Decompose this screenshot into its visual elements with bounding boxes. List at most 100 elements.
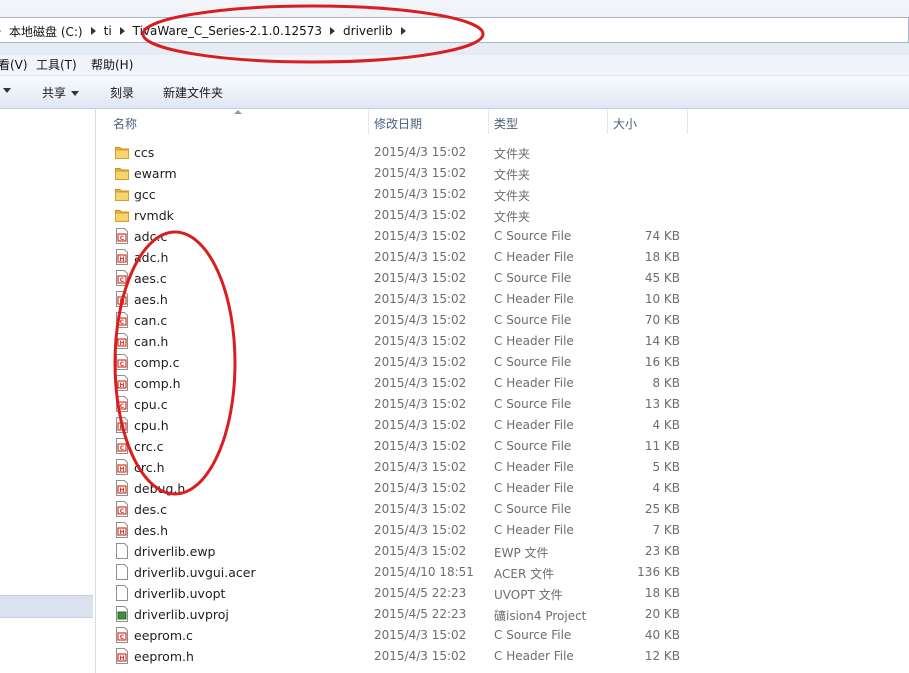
- column-divider[interactable]: [607, 109, 608, 134]
- file-row[interactable]: Heeprom.h 2015/4/3 15:02 C Header File 12 K…: [106, 646, 909, 667]
- new-folder-button[interactable]: 新建文件夹: [163, 84, 223, 101]
- file-type: 礦ision4 Project: [494, 609, 587, 623]
- file-name: adc.h: [134, 250, 169, 265]
- file-row[interactable]: Ccpu.c 2015/4/3 15:02 C Source File 13 KB: [106, 394, 909, 415]
- file-name: gcc: [134, 187, 156, 202]
- file-size: 45 KB: [644, 271, 680, 285]
- file-row[interactable]: ccs 2015/4/3 15:02 文件夹: [106, 142, 909, 163]
- file-size: 13 KB: [644, 397, 680, 411]
- file-row[interactable]: Caes.c 2015/4/3 15:02 C Source File 45 KB: [106, 268, 909, 289]
- file-row[interactable]: Hadc.h 2015/4/3 15:02 C Header File 18 KB: [106, 247, 909, 268]
- file-row[interactable]: Ccrc.c 2015/4/3 15:02 C Source File 11 KB: [106, 436, 909, 457]
- svg-text:C: C: [120, 445, 125, 452]
- svg-text:C: C: [120, 235, 125, 242]
- file-type: C Source File: [494, 355, 572, 369]
- menu-tools[interactable]: 工具(T): [36, 56, 77, 73]
- chevron-down-icon: [3, 88, 11, 93]
- file-type: UVOPT 文件: [494, 588, 563, 602]
- file-row[interactable]: Cadc.c 2015/4/3 15:02 C Source File 74 KB: [106, 226, 909, 247]
- file-date: 2015/4/3 15:02: [374, 208, 467, 222]
- file-row[interactable]: Hcan.h 2015/4/3 15:02 C Header File 14 KB: [106, 331, 909, 352]
- file-row[interactable]: Hdes.h 2015/4/3 15:02 C Header File 7 KB: [106, 520, 909, 541]
- chevron-right-icon[interactable]: [330, 27, 336, 35]
- breadcrumb-item-driverlib[interactable]: driverlib: [343, 24, 393, 38]
- file-row[interactable]: driverlib.uvproj 2015/4/5 22:23 礦ision4 Pr…: [106, 604, 909, 625]
- file-name: eeprom.c: [134, 628, 193, 643]
- file-row[interactable]: driverlib.uvgui.acer 2015/4/10 18:51 ACER …: [106, 562, 909, 583]
- sort-ascending-icon: [234, 110, 242, 114]
- file-date: 2015/4/3 15:02: [374, 481, 467, 495]
- file-size: 18 KB: [644, 586, 680, 600]
- file-name: driverlib.uvopt: [134, 586, 226, 601]
- file-row[interactable]: ewarm 2015/4/3 15:02 文件夹: [106, 163, 909, 184]
- file-name: driverlib.ewp: [134, 544, 216, 559]
- file-row[interactable]: Hcpu.h 2015/4/3 15:02 C Header File 4 KB: [106, 415, 909, 436]
- svg-text:C: C: [120, 403, 125, 410]
- file-date: 2015/4/3 15:02: [374, 292, 467, 306]
- file-name: can.h: [134, 334, 169, 349]
- file-name: des.c: [134, 502, 167, 517]
- share-button[interactable]: 共享: [42, 84, 80, 101]
- menu-help[interactable]: 帮助(H): [91, 56, 133, 73]
- chevron-right-icon[interactable]: [90, 27, 96, 35]
- file-size: 40 KB: [644, 628, 680, 642]
- file-name: eeprom.h: [134, 649, 194, 664]
- file-size: 5 KB: [652, 460, 680, 474]
- file-type: C Source File: [494, 502, 572, 516]
- column-divider[interactable]: [687, 109, 688, 134]
- file-row[interactable]: Hcomp.h 2015/4/3 15:02 C Header File 8 KB: [106, 373, 909, 394]
- file-row[interactable]: Ceeprom.c 2015/4/3 15:02 C Source File 40 K…: [106, 625, 909, 646]
- column-header-name[interactable]: 名称: [113, 115, 137, 132]
- file-date: 2015/4/3 15:02: [374, 376, 467, 390]
- file-row[interactable]: Ccomp.c 2015/4/3 15:02 C Source File 16 KB: [106, 352, 909, 373]
- file-name: aes.h: [134, 292, 168, 307]
- file-type: 文件夹: [494, 210, 531, 224]
- file-row[interactable]: gcc 2015/4/3 15:02 文件夹: [106, 184, 909, 205]
- file-row[interactable]: Haes.h 2015/4/3 15:02 C Header File 10 KB: [106, 289, 909, 310]
- file-date: 2015/4/3 15:02: [374, 145, 467, 159]
- nav-selected-item[interactable]: [0, 595, 93, 618]
- column-header-type[interactable]: 类型: [494, 115, 518, 132]
- file-type: 文件夹: [494, 168, 531, 182]
- file-row[interactable]: Hdebug.h 2015/4/3 15:02 C Header File 4 KB: [106, 478, 909, 499]
- file-date: 2015/4/3 15:02: [374, 418, 467, 432]
- breadcrumb-item-drive[interactable]: 本地磁盘 (C:): [9, 23, 83, 40]
- file-date: 2015/4/5 22:23: [374, 607, 467, 621]
- svg-text:C: C: [120, 319, 125, 326]
- file-type: C Source File: [494, 313, 572, 327]
- file-type: C Header File: [494, 292, 574, 306]
- file-name: can.c: [134, 313, 168, 328]
- organize-dropdown-arrow[interactable]: [3, 83, 11, 97]
- file-size: 8 KB: [652, 376, 680, 390]
- file-size: 136 KB: [637, 565, 680, 579]
- svg-text:H: H: [119, 466, 124, 473]
- file-date: 2015/4/3 15:02: [374, 460, 467, 474]
- chevron-right-icon[interactable]: [119, 27, 125, 35]
- file-row[interactable]: Ccan.c 2015/4/3 15:02 C Source File 70 KB: [106, 310, 909, 331]
- file-date: 2015/4/3 15:02: [374, 334, 467, 348]
- column-divider[interactable]: [368, 109, 369, 134]
- breadcrumb-item-tivaware[interactable]: TivaWare_C_Series-2.1.0.12573: [133, 24, 322, 38]
- file-row[interactable]: Cdes.c 2015/4/3 15:02 C Source File 25 KB: [106, 499, 909, 520]
- file-type: C Header File: [494, 250, 574, 264]
- file-name: aes.c: [134, 271, 167, 286]
- breadcrumb-item-ti[interactable]: ti: [104, 24, 112, 38]
- file-size: 70 KB: [644, 313, 680, 327]
- file-row[interactable]: driverlib.uvopt 2015/4/5 22:23 UVOPT 文件 18 …: [106, 583, 909, 604]
- file-row[interactable]: rvmdk 2015/4/3 15:02 文件夹: [106, 205, 909, 226]
- svg-text:C: C: [120, 508, 125, 515]
- column-divider[interactable]: [488, 109, 489, 134]
- file-date: 2015/4/3 15:02: [374, 502, 467, 516]
- file-date: 2015/4/3 15:02: [374, 544, 467, 558]
- chevron-right-icon[interactable]: [400, 27, 406, 35]
- chevron-right-icon[interactable]: [0, 27, 1, 35]
- column-header-size[interactable]: 大小: [613, 115, 637, 132]
- file-name: rvmdk: [134, 208, 174, 223]
- file-row[interactable]: Hcrc.h 2015/4/3 15:02 C Header File 5 KB: [106, 457, 909, 478]
- navigation-pane[interactable]: [0, 109, 96, 673]
- file-type: 文件夹: [494, 189, 531, 203]
- burn-button[interactable]: 刻录: [110, 84, 134, 101]
- column-header-date[interactable]: 修改日期: [374, 115, 422, 132]
- menu-view[interactable]: 看(V): [0, 56, 28, 73]
- file-row[interactable]: driverlib.ewp 2015/4/3 15:02 EWP 文件 23 KB: [106, 541, 909, 562]
